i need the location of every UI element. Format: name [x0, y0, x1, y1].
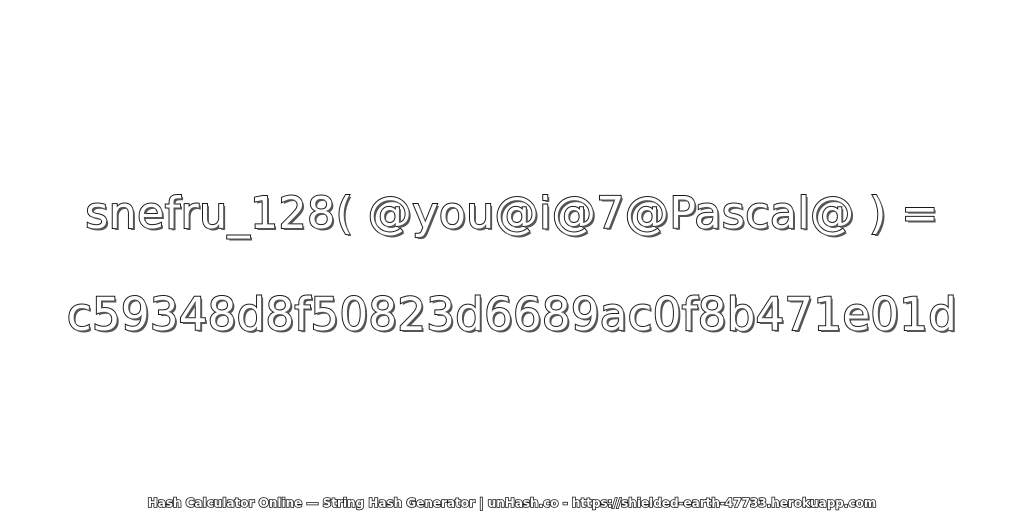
- footer-caption: Hash Calculator Online — String Hash Gen…: [147, 495, 877, 511]
- hash-card: snefru_128( @you@i@7@Pascal@ ) = c59348d…: [0, 0, 1024, 512]
- hash-result-text: c59348d8f50823d6689ac0f8b471e01d: [66, 287, 958, 342]
- hash-expression-text: snefru_128( @you@i@7@Pascal@ ) =: [84, 187, 939, 240]
